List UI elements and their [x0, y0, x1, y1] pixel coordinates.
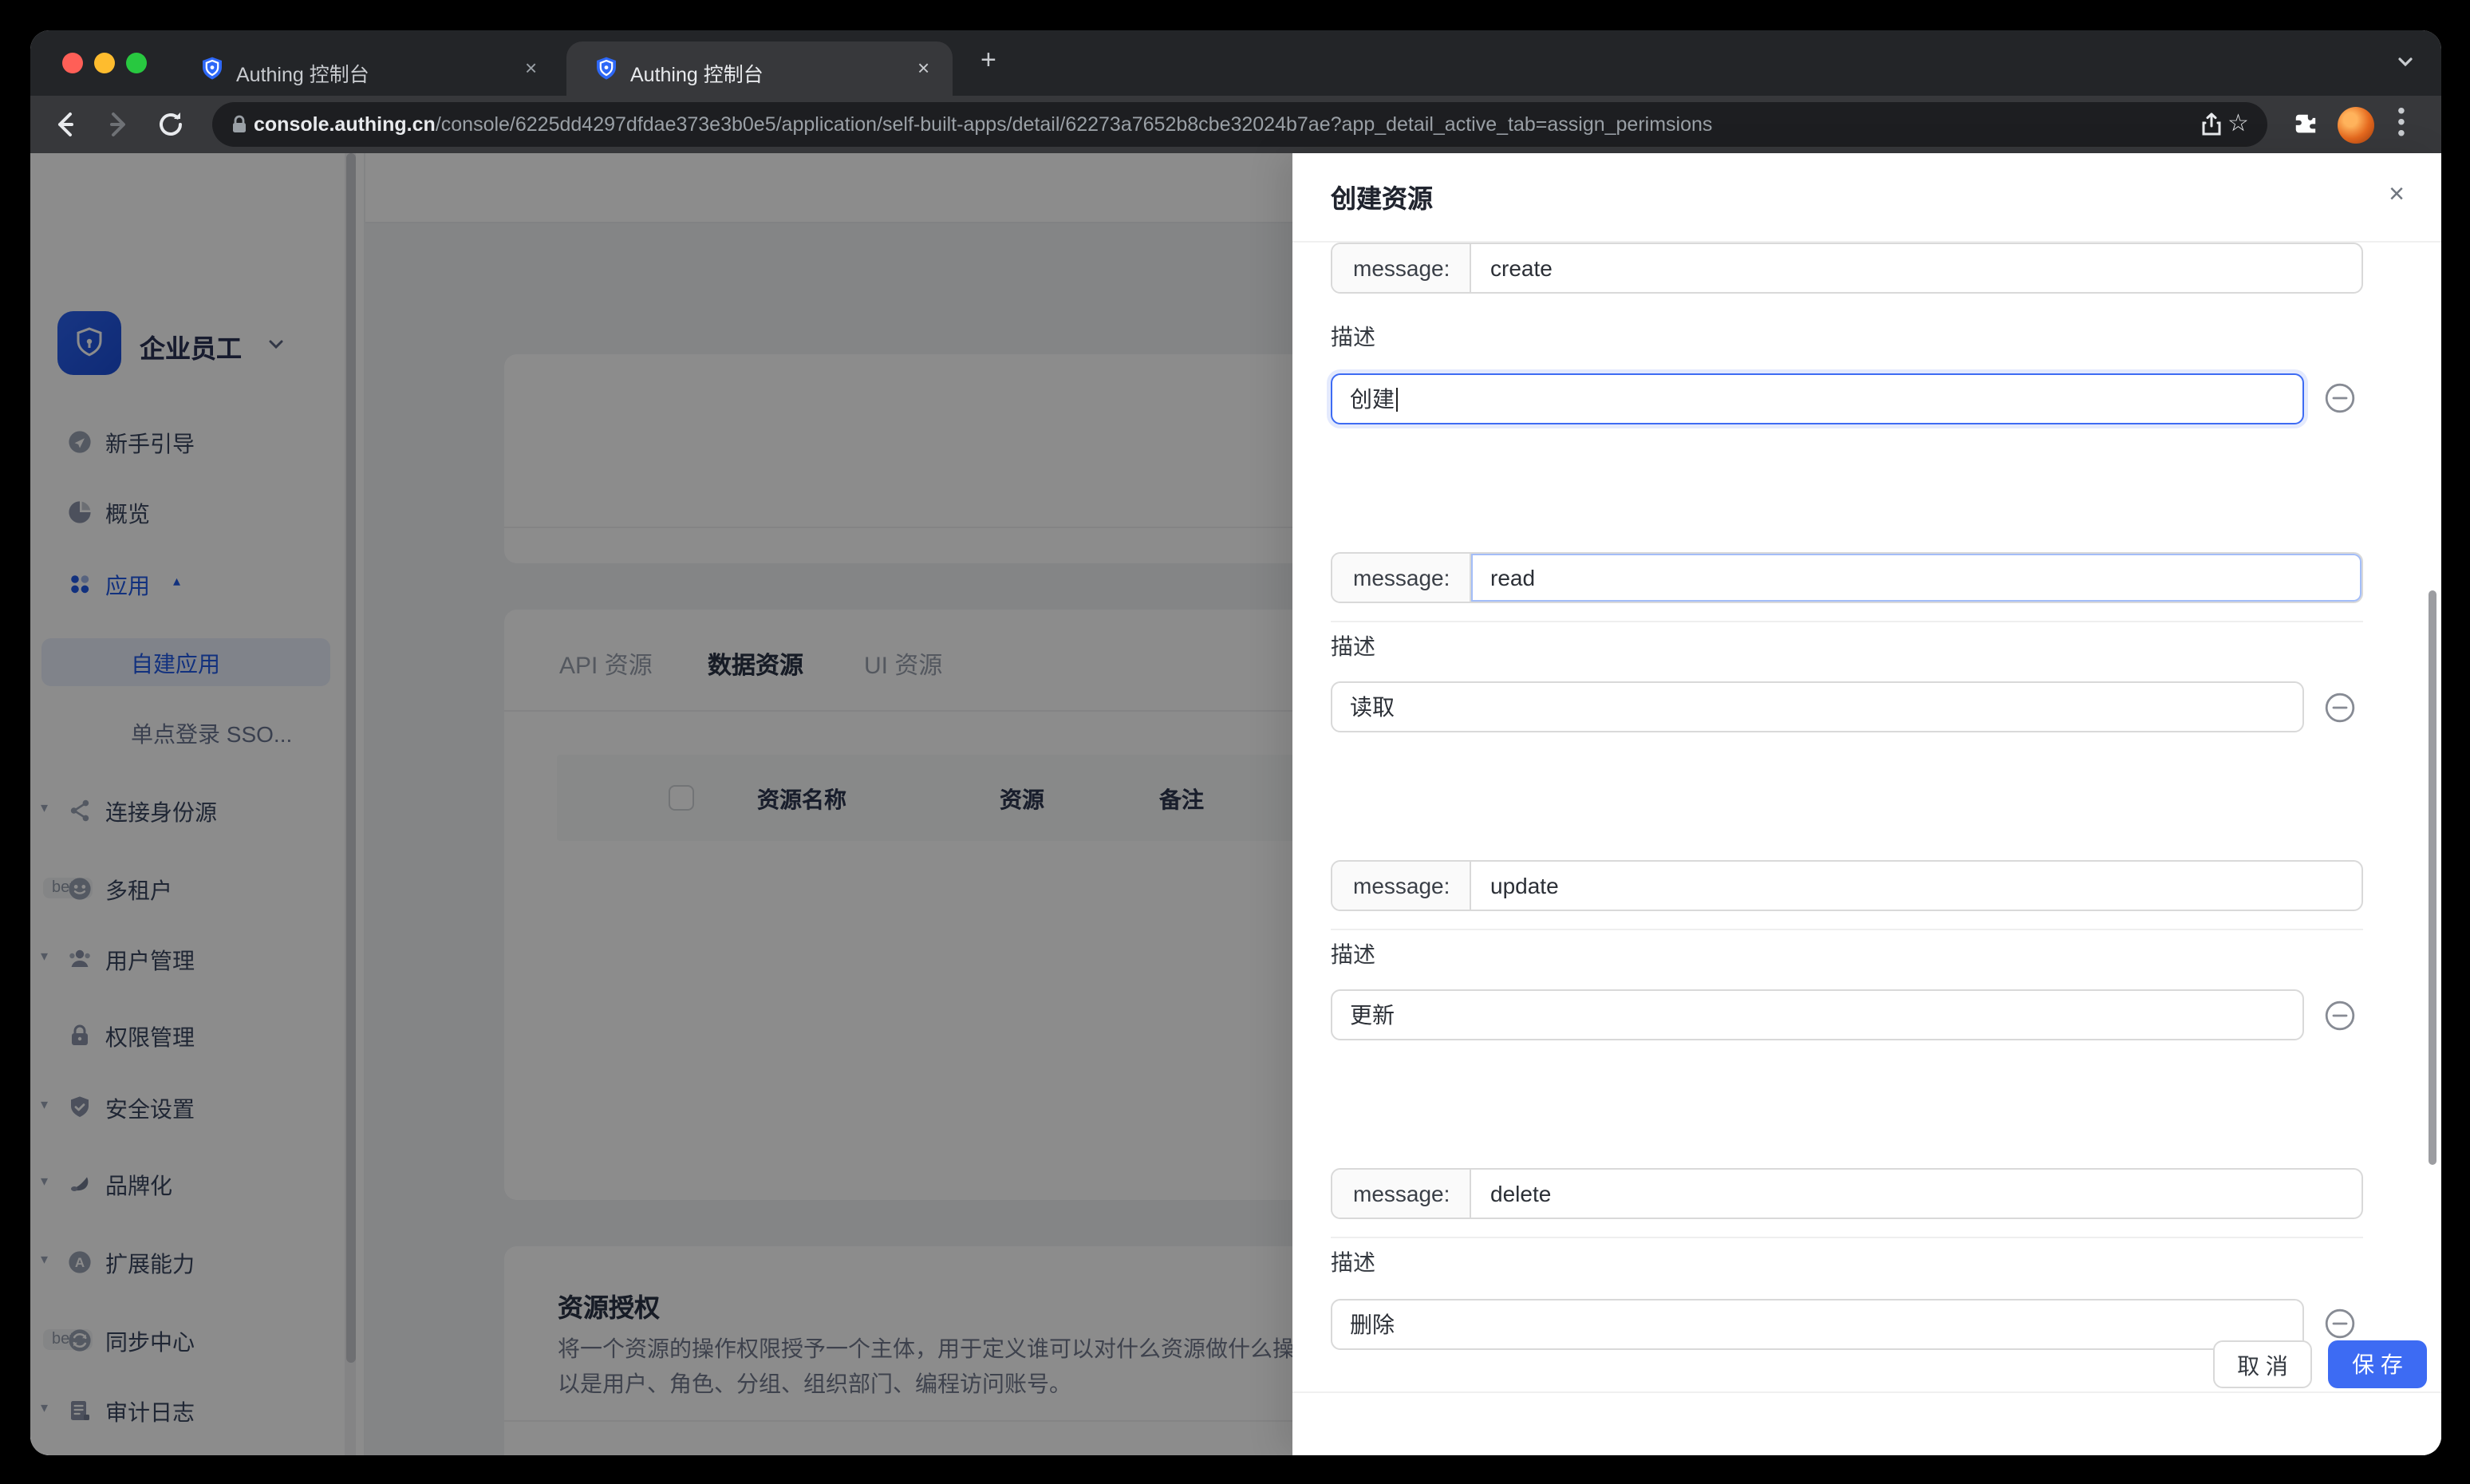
drawer-footer: 取 消 保 存 [1292, 1391, 2440, 1454]
tab-search-chevron-icon[interactable] [2394, 50, 2415, 71]
message-prefix-label: message: [1332, 244, 1471, 292]
message-value-input[interactable]: delete [1471, 1170, 2361, 1218]
message-prefix-label: message: [1332, 553, 1471, 601]
url-text: console.authing.cn/console/6225dd4297dfd… [254, 113, 2216, 136]
new-tab-button[interactable]: + [981, 47, 996, 73]
drawer-mask[interactable] [30, 153, 1292, 1454]
group-divider [1331, 1237, 2363, 1238]
kebab-menu-icon[interactable]: ••• [2397, 105, 2405, 139]
browser-window: Authing 控制台 × Authing 控制台 × + [30, 30, 2440, 1454]
drawer-close-icon[interactable]: × [2381, 179, 2413, 211]
back-icon[interactable] [47, 107, 82, 142]
create-resource-drawer: 创建资源 × message: create 描述 创建 [1292, 153, 2440, 1454]
traffic-zoom-button[interactable] [125, 53, 146, 73]
desc-input[interactable]: 删除 [1331, 1298, 2304, 1349]
lock-icon [228, 113, 251, 136]
message-input-group: message: update [1331, 859, 2363, 910]
message-prefix-label: message: [1332, 1170, 1471, 1218]
desc-input[interactable]: 更新 [1331, 989, 2304, 1040]
message-value-input[interactable]: create [1471, 244, 2361, 292]
url-bar[interactable]: console.authing.cn/console/6225dd4297dfd… [212, 102, 2267, 147]
page-content: 企业员工 新手引导 概览 应用 ▴ 自建应用 [30, 153, 2440, 1454]
desc-input[interactable]: 创建 [1331, 373, 2304, 424]
share-icon[interactable] [2199, 112, 2224, 137]
authing-favicon [594, 56, 619, 81]
browser-tabstrip: Authing 控制台 × Authing 控制台 × + [30, 30, 2440, 96]
browser-tab-1[interactable]: Authing 控制台 × [179, 41, 558, 96]
bookmark-star-icon[interactable]: ☆ [2227, 109, 2249, 137]
message-input-group: message: read [1331, 551, 2363, 602]
browser-tab-2-active[interactable]: Authing 控制台 × [566, 41, 953, 96]
tab-title: Authing 控制台 [236, 57, 491, 88]
tab-close-icon[interactable]: × [525, 56, 537, 81]
desc-label: 描述 [1331, 321, 1375, 353]
save-button[interactable]: 保 存 [2328, 1340, 2427, 1388]
message-value-input[interactable]: update [1471, 861, 2361, 909]
extensions-puzzle-icon[interactable] [2292, 112, 2318, 137]
message-input-group: message: create [1331, 243, 2363, 294]
traffic-minimize-button[interactable] [93, 53, 114, 73]
tab-title: Authing 控制台 [630, 57, 870, 88]
forward-icon[interactable] [100, 107, 135, 142]
group-divider [1331, 929, 2363, 930]
profile-avatar[interactable] [2337, 106, 2373, 143]
authing-favicon [199, 56, 225, 81]
remove-action-icon[interactable] [2325, 1308, 2355, 1339]
remove-action-icon[interactable] [2325, 383, 2355, 413]
message-value-input[interactable]: read [1471, 553, 2361, 601]
desc-label: 描述 [1331, 1246, 1375, 1278]
reload-icon[interactable] [152, 107, 187, 142]
browser-toolbar: console.authing.cn/console/6225dd4297dfd… [30, 96, 2440, 153]
remove-action-icon[interactable] [2325, 692, 2355, 722]
drawer-title: 创建资源 [1331, 177, 1433, 215]
desc-label: 描述 [1331, 630, 1375, 661]
url-path: /console/6225dd4297dfdae373e3b0e5/applic… [436, 113, 1713, 136]
group-divider [1331, 620, 2363, 622]
remove-action-icon[interactable] [2325, 1000, 2355, 1030]
tab-close-icon[interactable]: × [917, 56, 929, 81]
message-input-group: message: delete [1331, 1168, 2363, 1219]
message-prefix-label: message: [1332, 861, 1471, 909]
traffic-close-button[interactable] [61, 53, 82, 73]
text-cursor [1396, 387, 1398, 411]
drawer-scrollbar-thumb[interactable] [2429, 590, 2436, 1165]
cancel-button[interactable]: 取 消 [2213, 1340, 2312, 1388]
desc-label: 描述 [1331, 937, 1375, 969]
desc-input[interactable]: 读取 [1331, 681, 2304, 732]
url-domain: console.authing.cn [254, 113, 436, 136]
screenshot-stage: Authing 控制台 × Authing 控制台 × + [0, 0, 2470, 1484]
